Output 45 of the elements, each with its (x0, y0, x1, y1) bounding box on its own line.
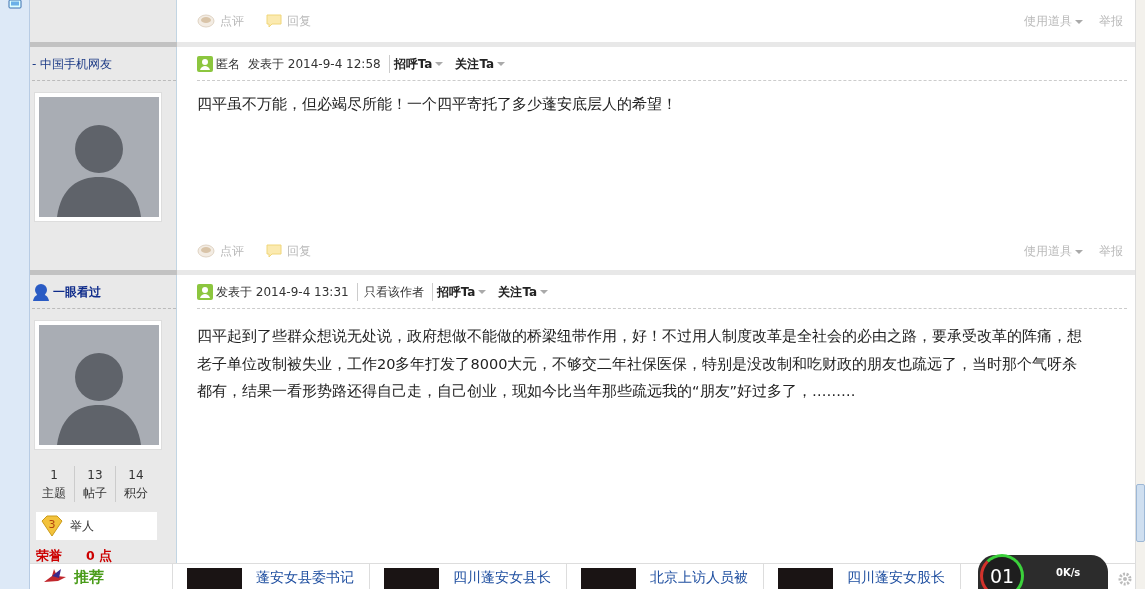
username-link[interactable]: - 中国手机网友 (32, 54, 113, 73)
cup-icon (197, 14, 215, 28)
recommend-link[interactable]: 蓬安女县委书记 (256, 568, 354, 589)
rank-level-icon: 3 (40, 515, 64, 537)
dropdown-link[interactable]: 招呼Ta (388, 54, 444, 73)
post-meta: 发表于 2014-9-4 12:58 (248, 55, 381, 73)
author-only-link[interactable]: 只看该作者 (356, 282, 424, 301)
photo-placeholder[interactable] (778, 568, 833, 589)
stat-count[interactable]: 1 主题 (34, 466, 74, 502)
speech-bubble-icon (266, 244, 282, 258)
cup-icon (197, 244, 215, 258)
post-meta: 匿名 (216, 55, 240, 73)
photo-placeholder[interactable] (187, 568, 242, 589)
post-meta: 发表于 2014-9-4 13:31 (216, 283, 349, 301)
user-icon (32, 282, 50, 301)
post-text: 四平虽不万能，但必竭尽所能！一个四平寄托了多少蓬安底层人的希望！ (197, 95, 678, 114)
gauge-readout: 01 (980, 554, 1024, 589)
recommend-link[interactable]: 北京上访人员被 (650, 568, 748, 589)
post-text: 四平起到了些群众想说无处说，政府想做不能做的桥梁纽带作用，好！不过用人制度改革是全社会的必由之路，要承受改革的阵痛，想 (197, 327, 1083, 346)
avatar-silhouette[interactable] (39, 97, 159, 217)
settings-icon[interactable] (1118, 572, 1132, 586)
speed-widget[interactable]: 01 0K/s (978, 555, 1108, 589)
recommend-link[interactable]: 四川蓬安女县长 (453, 568, 551, 589)
user-avatar-icon (197, 283, 213, 300)
dropdown-link[interactable]: 关注Ta (455, 54, 506, 73)
honor-value: 0 点 (86, 547, 113, 563)
user-avatar-icon (197, 55, 213, 72)
scrollbar-thumb[interactable] (1136, 484, 1145, 542)
honor-label: 荣誉 (36, 547, 62, 563)
photo-placeholder[interactable] (384, 568, 439, 589)
photo-placeholder[interactable] (581, 568, 636, 589)
post-text: 老子单位改制被失业，工作20多年打发了8000大元，不够交二年社保医保，特别是没改制和吃财政的朋友也疏远了，当时那个气呀杀 (197, 354, 1079, 374)
recommend-link[interactable]: 四川蓬安女股长 (847, 568, 945, 589)
username-link[interactable]: 一眼看过 (53, 282, 101, 301)
recommend-title: 推荐 (74, 568, 104, 586)
phone-icon[interactable] (8, 0, 22, 10)
speech-bubble-icon (266, 14, 282, 28)
speed-readout: 0K/s (1056, 565, 1081, 580)
stat-count[interactable]: 13 帖子 (74, 466, 115, 502)
stat-count[interactable]: 14 积分 (115, 466, 156, 502)
dropdown-link[interactable]: 招呼Ta (431, 282, 487, 301)
rank-badge: 3 举人 (36, 512, 157, 540)
post-text: 都有，结果一看形势路还得自己走，自己创业，现如今比当年那些疏远我的“朋友”好过多了，……… (197, 382, 857, 401)
avatar-silhouette[interactable] (39, 325, 159, 445)
dropdown-link[interactable]: 关注Ta (498, 282, 549, 301)
